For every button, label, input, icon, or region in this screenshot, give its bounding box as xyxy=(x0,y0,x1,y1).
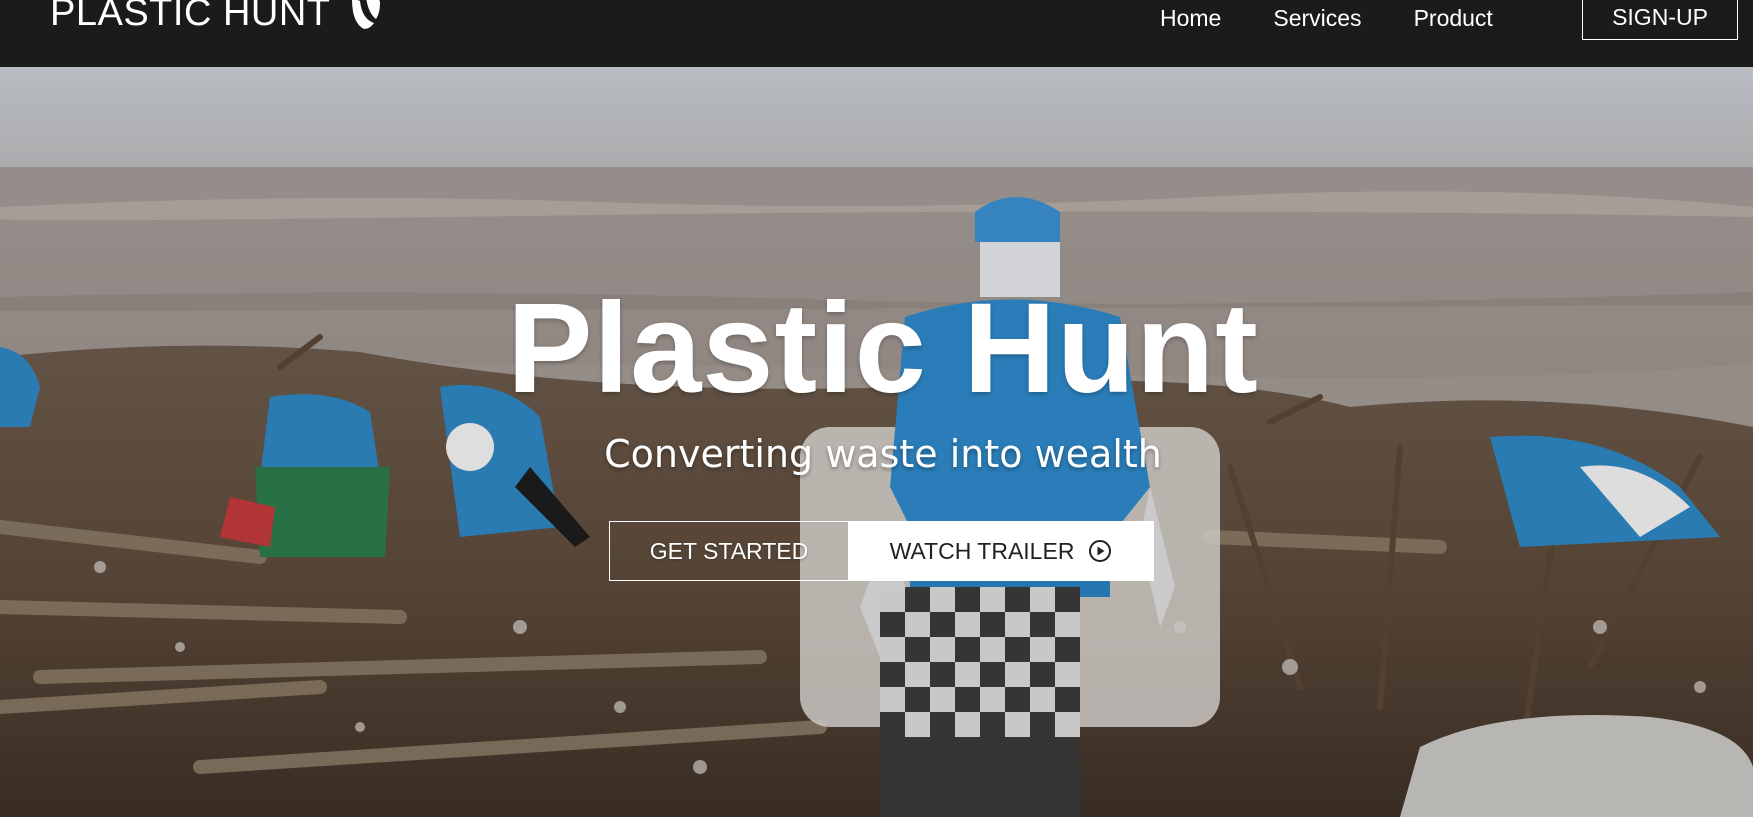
nav-links: Home Services Product xyxy=(1160,0,1493,36)
play-circle-icon xyxy=(1088,539,1112,563)
hero-section: Plastic Hunt Converting waste into wealt… xyxy=(0,67,1753,817)
brand-name: PLASTIC HUNT xyxy=(50,0,331,34)
watch-trailer-button[interactable]: WATCH TRAILER xyxy=(848,521,1154,581)
get-started-button[interactable]: GET STARTED xyxy=(609,521,849,581)
typo3-logo-icon xyxy=(348,0,384,31)
nav-home[interactable]: Home xyxy=(1160,6,1221,30)
brand[interactable]: PLASTIC HUNT xyxy=(50,0,384,32)
nav-services[interactable]: Services xyxy=(1273,6,1361,30)
watch-trailer-label: WATCH TRAILER xyxy=(889,537,1075,564)
top-navbar: PLASTIC HUNT Home Services Product SIGN-… xyxy=(0,0,1753,67)
signup-button[interactable]: SIGN-UP xyxy=(1582,0,1738,40)
hero-title: Plastic Hunt xyxy=(507,277,1259,420)
nav-product[interactable]: Product xyxy=(1414,6,1493,30)
hero-subtitle: Converting waste into wealth xyxy=(604,432,1162,476)
